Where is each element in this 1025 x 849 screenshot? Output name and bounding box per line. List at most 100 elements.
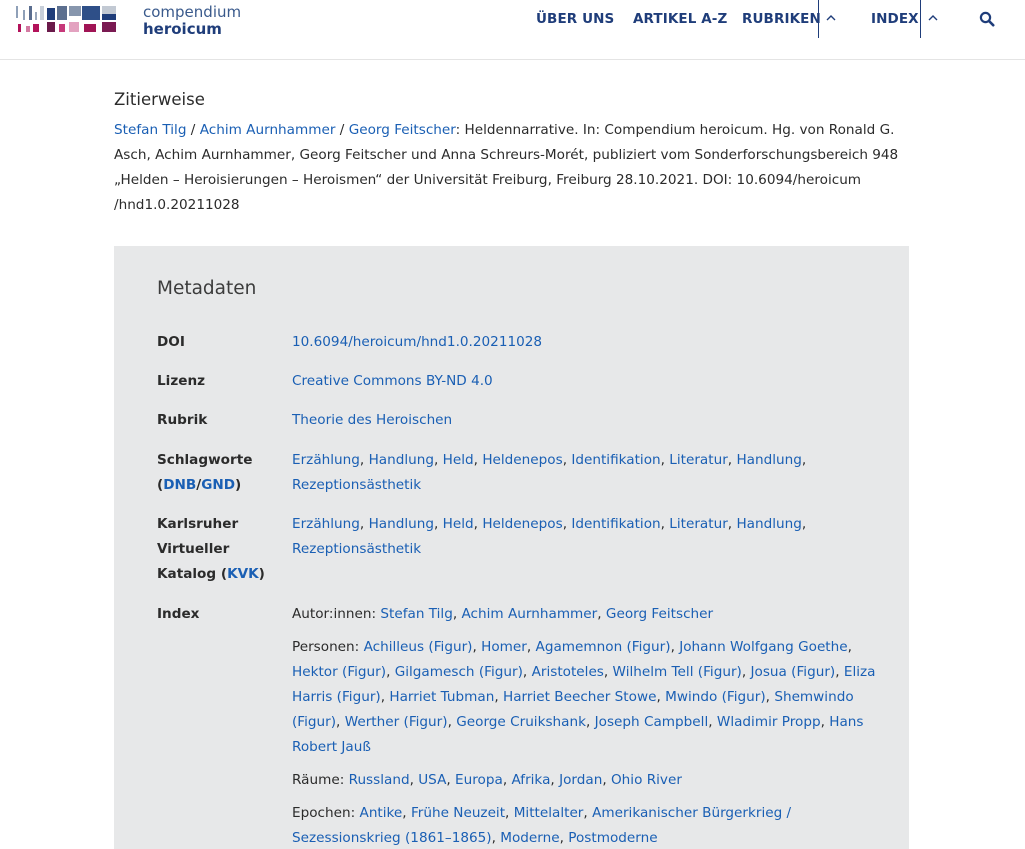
list-separator: , [660, 516, 670, 532]
index-link[interactable]: Afrika [511, 772, 550, 788]
index-link[interactable]: Russland [349, 772, 410, 788]
index-link[interactable]: Agamemnon (Figur) [536, 639, 671, 655]
index-link[interactable]: Held [443, 452, 474, 468]
index-link[interactable]: Handlung [369, 516, 434, 532]
index-link[interactable]: George Cruikshank [456, 714, 586, 730]
license-link[interactable]: Creative Commons BY-ND 4.0 [292, 373, 493, 389]
index-link[interactable]: USA [418, 772, 446, 788]
index-link[interactable]: Postmoderne [568, 830, 657, 846]
index-link[interactable]: Harriet Tubman [389, 689, 494, 705]
index-link[interactable]: Mwindo (Figur) [665, 689, 766, 705]
index-link[interactable]: Harriet Beecher Stowe [503, 689, 656, 705]
index-link[interactable]: Heldenepos [482, 452, 562, 468]
index-link[interactable]: Wladimir Propp [717, 714, 821, 730]
index-link[interactable]: Ohio River [611, 772, 682, 788]
index-link[interactable]: Homer [481, 639, 527, 655]
author-separator: / [186, 122, 200, 138]
index-link[interactable]: Johann Wolfgang Goethe [679, 639, 847, 655]
nav-rubriken[interactable]: RUBRIKEN [742, 11, 821, 27]
index-link[interactable]: Gilgamesch (Figur) [395, 664, 523, 680]
author-link[interactable]: Achim Aurnhammer [200, 122, 336, 138]
index-link[interactable]: Stefan Tilg [380, 606, 452, 622]
nav-artikel-a-z[interactable]: ARTIKEL A-Z [633, 11, 727, 27]
index-link[interactable]: Handlung [736, 516, 801, 532]
rubrik-link[interactable]: Theorie des Heroischen [292, 412, 452, 428]
author-separator: / [335, 122, 349, 138]
list-separator: , [550, 772, 560, 788]
index-group-label: Räume: [292, 772, 349, 788]
index-link[interactable]: Handlung [369, 452, 434, 468]
index-link[interactable]: Achilleus (Figur) [364, 639, 473, 655]
index-link[interactable]: Handlung [736, 452, 801, 468]
gnd-link[interactable]: GND [201, 477, 235, 493]
list-separator: , [402, 805, 411, 821]
index-link[interactable]: Werther (Figur) [345, 714, 448, 730]
list-separator: , [359, 452, 369, 468]
index-link[interactable]: Literatur [669, 452, 728, 468]
doi-link[interactable]: 10.6094/heroicum/hnd1.0.20211028 [292, 334, 542, 350]
index-link[interactable]: Moderne [500, 830, 559, 846]
keyword-list: Erzählung, Handlung, Held, Heldenepos, I… [292, 448, 877, 498]
index-group-label: Epochen: [292, 805, 360, 821]
index-link[interactable]: Europa [455, 772, 503, 788]
nav-ueber-uns[interactable]: ÜBER UNS [536, 11, 614, 27]
logo-line-2: heroicum [143, 20, 222, 38]
list-separator: , [835, 664, 844, 680]
index-link[interactable]: Josua (Figur) [751, 664, 836, 680]
index-link[interactable]: Hektor (Figur) [292, 664, 386, 680]
list-separator: , [472, 639, 482, 655]
list-separator: , [526, 639, 536, 655]
logo[interactable]: compendium heroicum [14, 4, 241, 38]
list-separator: , [597, 606, 606, 622]
meta-label-text: ) [258, 566, 265, 582]
index-link[interactable]: Rezeptionsästhetik [292, 477, 421, 493]
index-link[interactable]: Erzählung [292, 516, 360, 532]
author-link[interactable]: Georg Feitscher [349, 122, 456, 138]
index-link[interactable]: Joseph Campbell [595, 714, 709, 730]
meta-label: Karlsruher Virtueller Katalog (KVK) [157, 512, 287, 587]
author-link[interactable]: Stefan Tilg [114, 122, 186, 138]
kvk-keyword-list: Erzählung, Handlung, Held, Heldenepos, I… [292, 512, 877, 562]
index-link[interactable]: Georg Feitscher [606, 606, 713, 622]
index-link[interactable]: Identifikation [571, 516, 660, 532]
meta-label-text: ) [235, 477, 242, 493]
index-link[interactable]: Jordan [559, 772, 602, 788]
list-separator: , [505, 805, 514, 821]
index-link[interactable]: Frühe Neuzeit [411, 805, 505, 821]
metadata-heading: Metadaten [157, 278, 257, 299]
list-separator: , [670, 639, 680, 655]
index-link[interactable]: Held [443, 516, 474, 532]
index-link[interactable]: Wilhelm Tell (Figur) [613, 664, 742, 680]
list-separator: , [494, 689, 503, 705]
list-separator: , [656, 689, 666, 705]
list-separator: , [434, 452, 443, 468]
meta-label: DOI [157, 334, 185, 350]
chevron-up-icon[interactable] [825, 12, 837, 24]
index-link[interactable]: Antike [360, 805, 403, 821]
index-link[interactable]: Literatur [669, 516, 728, 532]
index-group-label: Autor:innen: [292, 606, 381, 622]
list-separator: , [491, 830, 501, 846]
index-link[interactable]: Aristoteles [532, 664, 604, 680]
list-separator: , [603, 664, 613, 680]
list-separator: , [585, 714, 595, 730]
dnb-link[interactable]: DNB [163, 477, 196, 493]
index-link[interactable]: Achim Aurnhammer [462, 606, 598, 622]
search-icon[interactable] [979, 11, 995, 27]
index-link[interactable]: Identifikation [571, 452, 660, 468]
list-separator: , [559, 830, 569, 846]
chevron-up-icon[interactable] [927, 12, 939, 24]
index-link[interactable]: Rezeptionsästhetik [292, 541, 421, 557]
nav-index[interactable]: INDEX [871, 11, 919, 27]
index-link[interactable]: Erzählung [292, 452, 360, 468]
citation-text: Stefan Tilg / Achim Aurnhammer / Georg F… [114, 118, 904, 218]
site-header: compendium heroicum ÜBER UNS ARTIKEL A-Z… [0, 0, 1025, 60]
index-link[interactable]: Mittelalter [514, 805, 584, 821]
list-separator: , [741, 664, 751, 680]
nav-divider [920, 0, 921, 38]
index-link[interactable]: Heldenepos [482, 516, 562, 532]
kvk-link[interactable]: KVK [227, 566, 259, 582]
list-separator: , [409, 772, 419, 788]
meta-label: Lizenz [157, 373, 206, 389]
logo-text: compendium heroicum [143, 4, 241, 38]
